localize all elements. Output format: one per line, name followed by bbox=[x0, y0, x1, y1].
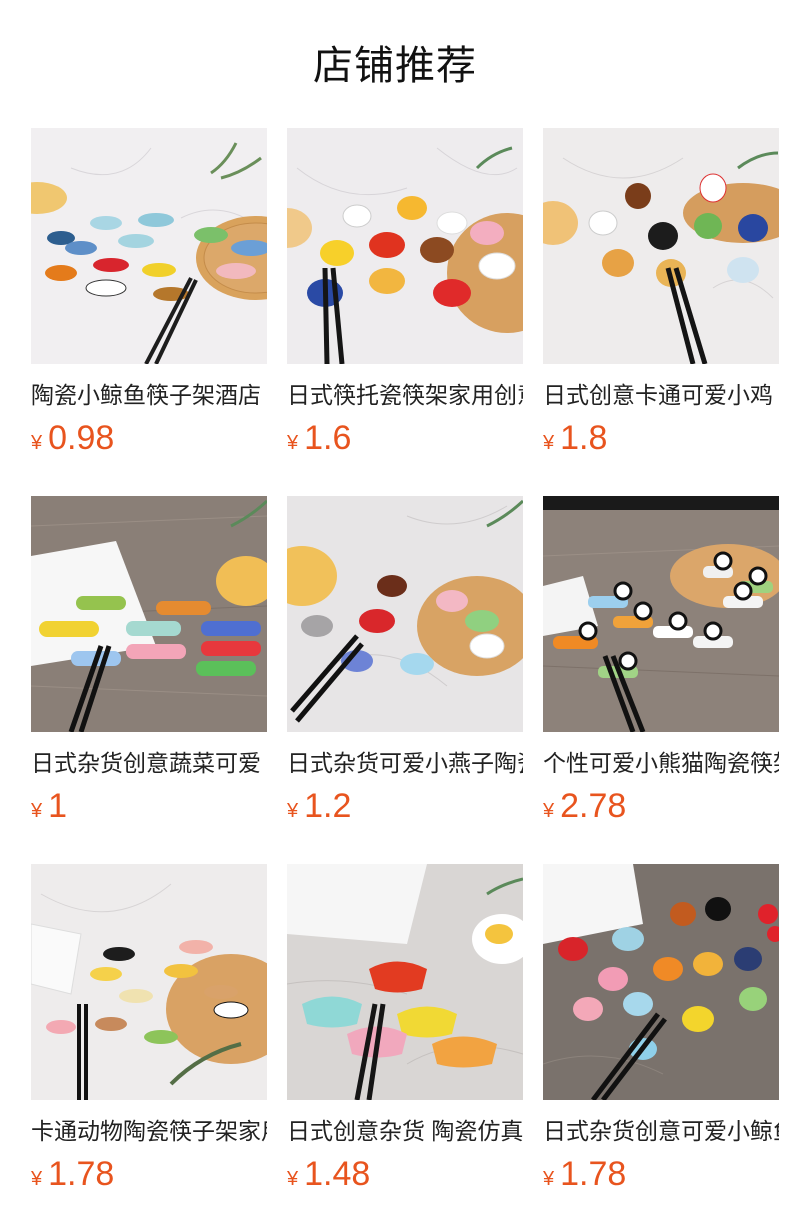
price-value: 1.8 bbox=[560, 419, 608, 457]
product-grid: 陶瓷小鲸鱼筷子架酒店 ¥0.98 日式筷托瓷筷架家用创意 ¥ 1.6 日式创意卡… bbox=[31, 128, 779, 1232]
product-name[interactable]: 陶瓷小鲸鱼筷子架酒店 bbox=[31, 380, 267, 410]
product-name[interactable]: 卡通动物陶瓷筷子架家用 bbox=[31, 1116, 267, 1146]
product-price: ¥2.78 bbox=[543, 786, 779, 826]
price-value: 1.6 bbox=[304, 419, 352, 457]
product-card[interactable]: 日式筷托瓷筷架家用创意 ¥1.6 bbox=[287, 128, 523, 496]
product-price: ¥1.8 bbox=[543, 418, 779, 458]
product-price: ¥1.2 bbox=[287, 786, 523, 826]
product-card[interactable]: 陶瓷小鲸鱼筷子架酒店 ¥0.98 bbox=[31, 128, 267, 496]
panda-chopstick-rest-image[interactable] bbox=[543, 496, 779, 732]
product-price: ¥0.98 bbox=[31, 418, 267, 458]
product-name[interactable]: 日式筷托瓷筷架家用创意 bbox=[287, 380, 523, 410]
product-name[interactable]: 日式杂货可爱小燕子陶瓷 bbox=[287, 748, 523, 778]
fish-chopstick-rest-image[interactable] bbox=[543, 864, 779, 1100]
product-name[interactable]: 日式杂货创意蔬菜可爱 bbox=[31, 748, 267, 778]
currency-symbol: ¥ bbox=[543, 800, 555, 822]
price-value: 1.78 bbox=[48, 1155, 115, 1193]
product-price: ¥1.78 bbox=[31, 1154, 267, 1194]
product-price: ¥1.78 bbox=[543, 1154, 779, 1194]
price-value: 1.78 bbox=[560, 1155, 627, 1193]
product-card[interactable]: 个性可爱小熊猫陶瓷筷架 ¥2.78 bbox=[543, 496, 779, 864]
page-title: 店铺推荐 bbox=[313, 44, 477, 88]
currency-symbol: ¥ bbox=[287, 1168, 299, 1190]
currency-symbol: ¥ bbox=[31, 1168, 43, 1190]
currency-symbol: ¥ bbox=[31, 800, 43, 822]
product-card[interactable]: 日式杂货创意可爱小鲸鱼 ¥1.78 bbox=[543, 864, 779, 1232]
dumpling-chopstick-rest-image[interactable] bbox=[287, 864, 523, 1100]
product-card[interactable]: 日式创意卡通可爱小鸡 ¥1.8 bbox=[543, 128, 779, 496]
currency-symbol: ¥ bbox=[543, 432, 555, 454]
currency-symbol: ¥ bbox=[543, 1168, 555, 1190]
product-card[interactable]: 日式杂货可爱小燕子陶瓷 ¥1.2 bbox=[287, 496, 523, 864]
product-name[interactable]: 日式杂货创意可爱小鲸鱼 bbox=[543, 1116, 779, 1146]
currency-symbol: ¥ bbox=[287, 432, 299, 454]
product-name[interactable]: 个性可爱小熊猫陶瓷筷架 bbox=[543, 748, 779, 778]
recommendation-page: 店铺推荐 陶瓷小鲸鱼筷子架酒店 ¥ 0.98 日式筷托瓷筷架家用创意 ¥ 1.6… bbox=[0, 0, 790, 1232]
price-value: 1.2 bbox=[304, 787, 352, 825]
price-value: 1 bbox=[48, 787, 68, 825]
currency-symbol: ¥ bbox=[31, 432, 43, 454]
currency-symbol: ¥ bbox=[287, 800, 299, 822]
product-price: ¥1.6 bbox=[287, 418, 523, 458]
product-card[interactable]: 日式创意杂货 陶瓷仿真 ¥1.48 bbox=[287, 864, 523, 1232]
rooster-chopstick-rest-image[interactable] bbox=[543, 128, 779, 364]
product-name[interactable]: 日式创意杂货 陶瓷仿真 bbox=[287, 1116, 523, 1146]
bird-chopstick-rest-image[interactable] bbox=[287, 496, 523, 732]
product-card[interactable]: 日式杂货创意蔬菜可爱 ¥1 bbox=[31, 496, 267, 864]
product-price: ¥1 bbox=[31, 786, 267, 826]
price-value: 2.78 bbox=[560, 787, 627, 825]
whale-chopstick-rest-image[interactable] bbox=[31, 128, 267, 364]
product-card[interactable]: 卡通动物陶瓷筷子架家用 ¥1.78 bbox=[31, 864, 267, 1232]
duck-chopstick-rest-image[interactable] bbox=[287, 128, 523, 364]
price-value: 0.98 bbox=[48, 419, 115, 457]
animal-chopstick-rest-image[interactable] bbox=[31, 864, 267, 1100]
product-price: ¥1.48 bbox=[287, 1154, 523, 1194]
product-name[interactable]: 日式创意卡通可爱小鸡 bbox=[543, 380, 779, 410]
price-value: 1.48 bbox=[304, 1155, 371, 1193]
peapod-chopstick-rest-image[interactable] bbox=[31, 496, 267, 732]
